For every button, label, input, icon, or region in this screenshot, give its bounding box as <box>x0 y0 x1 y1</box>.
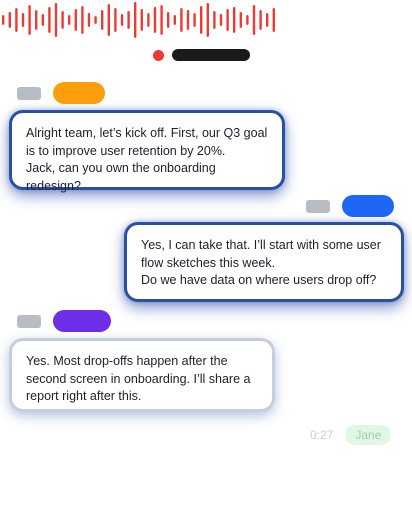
waveform-bar <box>81 6 84 34</box>
waveform-bar <box>219 14 223 26</box>
waveform-bar <box>107 4 110 36</box>
waveform-bar <box>233 7 236 33</box>
message-text: Yes. Most drop-offs happen after the sec… <box>26 354 251 403</box>
recording-indicator <box>153 49 250 61</box>
waveform-bar <box>94 16 97 24</box>
waveform-bar <box>266 13 269 27</box>
message-text: Alright team, let’s kick off. First, our… <box>26 126 268 193</box>
waveform-bar <box>61 11 64 29</box>
message-text: Yes, I can take that. I’ll start with so… <box>141 238 381 287</box>
waveform-bar <box>54 3 58 37</box>
speaker-name-badge: Jane <box>345 425 392 445</box>
waveform-bar <box>186 10 190 30</box>
message-bubble-1: Alright team, let’s kick off. First, our… <box>9 110 285 193</box>
waveform-bar <box>114 8 117 32</box>
speaker-header-1 <box>17 82 105 104</box>
speaker-header-2 <box>306 195 394 217</box>
waveform-bar <box>160 5 163 35</box>
waveform-bar <box>259 10 262 30</box>
waveform-bar <box>147 13 150 27</box>
waveform-bar <box>21 13 25 27</box>
waveform-bar <box>28 5 31 35</box>
speaker-name-badge <box>53 310 111 332</box>
timestamp-placeholder <box>17 314 41 328</box>
waveform-bar <box>120 14 124 26</box>
waveform-bar <box>200 6 203 34</box>
timestamp: 0:27 <box>310 428 334 442</box>
waveform-bar <box>41 14 44 26</box>
waveform-bar <box>8 12 11 28</box>
waveform-bar <box>140 9 143 31</box>
timestamp-placeholder <box>17 86 41 100</box>
waveform-bar <box>252 5 256 35</box>
speaker-name-badge <box>53 82 105 104</box>
waveform-bar <box>193 13 196 27</box>
record-dot-icon <box>153 49 164 61</box>
waveform-bar <box>35 10 38 30</box>
waveform-bar <box>134 2 137 38</box>
meeting-transcript: Alright team, let’s kick off. First, our… <box>0 0 412 518</box>
message-bubble-2: Yes, I can take that. I’ll start with so… <box>124 222 404 302</box>
waveform-bar <box>48 7 51 33</box>
message-bubble-3: Yes. Most drop-offs happen after the sec… <box>9 338 275 412</box>
waveform-bar <box>68 15 71 25</box>
waveform-bar <box>226 9 229 31</box>
waveform-bar <box>153 7 157 33</box>
timestamp-placeholder <box>306 199 330 213</box>
waveform-bar <box>206 3 209 37</box>
speaker-name-badge <box>342 195 394 217</box>
waveform-bar <box>127 11 130 29</box>
waveform-bar <box>180 8 183 32</box>
waveform-bar <box>246 15 249 25</box>
speaker-header-3 <box>17 310 111 332</box>
waveform-bar <box>167 12 170 28</box>
waveform-bar <box>2 15 5 25</box>
waveform-bar <box>87 13 91 27</box>
waveform-bar <box>173 15 176 25</box>
recording-label-placeholder <box>172 49 250 61</box>
waveform-bar <box>101 10 104 30</box>
audio-waveform <box>2 2 275 38</box>
waveform-bar <box>239 12 242 28</box>
waveform-bar <box>272 8 275 32</box>
waveform-bar <box>213 11 216 29</box>
waveform-bar <box>74 9 77 31</box>
pending-speaker-row: 0:27 Jane <box>310 425 392 445</box>
waveform-bar <box>15 8 18 32</box>
